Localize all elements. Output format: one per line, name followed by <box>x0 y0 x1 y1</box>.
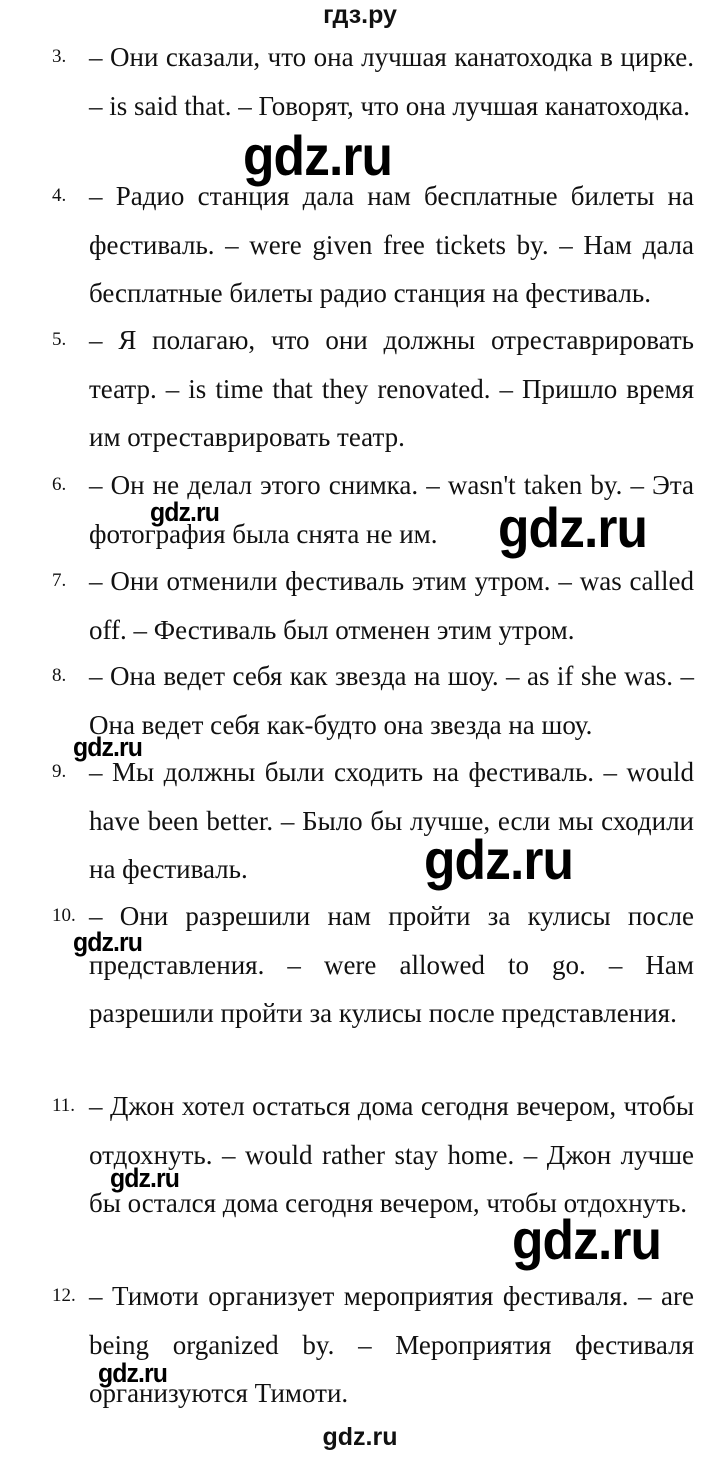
answer-item-3: 3. – Они сказали, что она лучшая канатох… <box>52 33 694 130</box>
watermark-logo: gdz.ru <box>73 927 143 957</box>
item-number: 12. <box>52 1285 76 1306</box>
item-text: – Они разрешили нам пройти за кулисы пос… <box>89 901 694 1028</box>
item-number: 8. <box>52 665 67 686</box>
answer-item-4: 4. – Радио станция дала нам бесплатные б… <box>52 172 694 318</box>
item-text: – Она ведет себя как звезда на шоу. – as… <box>89 661 694 740</box>
item-number: 6. <box>52 474 67 495</box>
answer-item-5: 5. – Я полагаю, что они должны отреставр… <box>52 316 694 462</box>
item-number: 7. <box>52 570 67 591</box>
watermark-logo: gdz.ru <box>243 124 393 187</box>
item-text: – Я полагаю, что они должны отреставриро… <box>89 325 694 452</box>
answer-item-8: 8. – Она ведет себя как звезда на шоу. –… <box>52 652 694 749</box>
item-text: – Они отменили фестиваль этим утром. – w… <box>89 566 694 645</box>
watermark-logo: gdz.ru <box>498 496 648 559</box>
answer-item-9: 9. – Мы должны были сходить на фестиваль… <box>52 748 694 894</box>
watermark-logo: gdz.ru <box>512 1208 662 1271</box>
item-text: – Тимоти организует мероприятия фестивал… <box>89 1281 694 1408</box>
footer-watermark: gdz.ru <box>322 1423 398 1451</box>
item-text: – Радио станция дала нам бесплатные биле… <box>89 181 694 308</box>
answer-item-7: 7. – Они отменили фестиваль этим утром. … <box>52 557 694 654</box>
item-text: – Они сказали, что она лучшая канатоходк… <box>89 42 694 121</box>
item-text: – Джон хотел остаться дома сегодня вечер… <box>89 1091 694 1218</box>
site-header-title: гдз.ру <box>323 1 397 29</box>
watermark-logo: gdz.ru <box>110 1163 180 1193</box>
item-number: 4. <box>52 185 67 206</box>
item-number: 5. <box>52 329 67 350</box>
watermark-logo: gdz.ru <box>73 732 143 762</box>
answer-item-10: 10. – Они разрешили нам пройти за кулисы… <box>52 892 694 1038</box>
item-number: 3. <box>52 46 67 67</box>
answer-item-11: 11. – Джон хотел остаться дома сегодня в… <box>52 1082 694 1228</box>
item-text: – Мы должны были сходить на фестиваль. –… <box>89 757 694 884</box>
watermark-logo: gdz.ru <box>98 1358 168 1388</box>
item-number: 11. <box>52 1095 76 1116</box>
watermark-logo: gdz.ru <box>150 497 220 527</box>
watermark-logo: gdz.ru <box>424 828 574 891</box>
answer-item-12: 12. – Тимоти организует мероприятия фест… <box>52 1272 694 1418</box>
